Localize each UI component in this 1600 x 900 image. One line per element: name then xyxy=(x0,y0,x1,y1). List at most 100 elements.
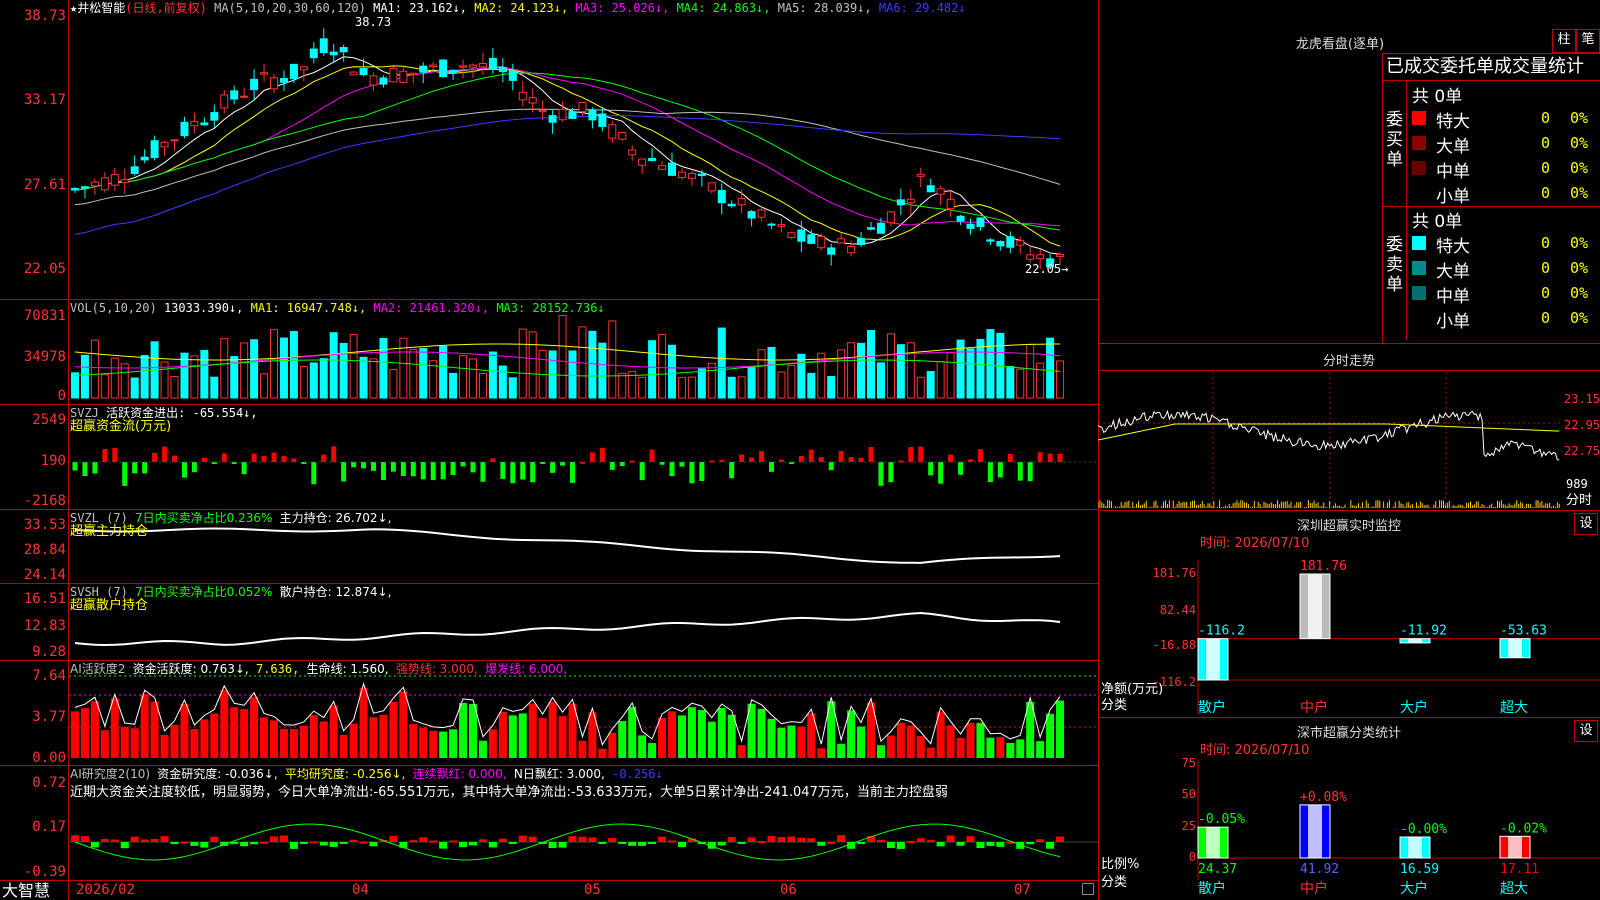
volume-bar xyxy=(707,362,716,399)
candle-body xyxy=(100,177,109,191)
sz-monitor-bar-label-1: 181.76 xyxy=(1300,559,1347,574)
sz-stats-value-1: 41.92 xyxy=(1300,862,1339,877)
candle-body xyxy=(469,64,477,68)
research-bar xyxy=(488,842,497,848)
candle-body xyxy=(1006,236,1015,248)
activity-bar xyxy=(578,740,587,758)
lock-icon[interactable] xyxy=(1082,883,1094,895)
main-chart-canvas[interactable] xyxy=(0,0,1098,900)
candle-body xyxy=(439,59,448,78)
fund-flow-bar xyxy=(649,449,655,462)
fund-flow-bar xyxy=(1047,453,1053,462)
research-bar xyxy=(767,835,776,842)
candle-body xyxy=(190,121,199,127)
research-bar xyxy=(677,842,686,848)
sz-monitor-bar-shine-1 xyxy=(1308,574,1322,639)
fund-flow-bar xyxy=(361,462,367,469)
research-bar xyxy=(628,842,637,846)
sz-stats-bar-shine-2 xyxy=(1408,836,1422,858)
research-bar xyxy=(1026,842,1035,845)
fund-flow-bar xyxy=(977,449,983,462)
activity-bar xyxy=(787,725,796,758)
volume-bar xyxy=(588,330,597,399)
research-bar xyxy=(727,836,736,842)
candle-body xyxy=(727,203,736,207)
activity-bar xyxy=(389,702,398,758)
price-tick-1: 33.17 xyxy=(23,92,66,108)
research-bar xyxy=(478,839,487,842)
activity-bar xyxy=(140,694,149,758)
volume-bar xyxy=(1026,343,1035,399)
sz-monitor-cat-0: 散户 xyxy=(1198,699,1226,716)
svsh-indicator: SVSH (7) xyxy=(70,585,128,599)
activity-bar xyxy=(240,709,249,758)
fund-flow-bar xyxy=(341,462,347,482)
candle-body xyxy=(777,224,786,227)
ai-active-b: 7.636, xyxy=(255,662,300,676)
volume-bar xyxy=(469,358,477,399)
activity-bar xyxy=(309,715,318,758)
svzl-subtitle: 超赢主力持仓 xyxy=(70,524,149,539)
fund-flow-bar xyxy=(669,462,675,477)
candle-body xyxy=(160,141,169,148)
research-bar xyxy=(578,836,587,842)
volume-bar xyxy=(946,352,955,399)
research-bar xyxy=(956,842,965,846)
research-bar xyxy=(668,840,676,843)
fund-flow-bar xyxy=(400,462,406,476)
date-label-2: 05 xyxy=(584,882,601,898)
volume-bar xyxy=(1046,337,1055,399)
candle-body xyxy=(548,115,557,123)
volume-bar xyxy=(498,365,507,399)
svzl-tick-0: 33.53 xyxy=(23,517,66,533)
volume-bar xyxy=(508,377,517,399)
candle-body xyxy=(170,139,179,142)
candle-body xyxy=(180,121,189,137)
ai-research-e: -0.256↓ xyxy=(612,767,663,781)
sz-monitor-bar-label-2: -11.92 xyxy=(1400,624,1447,639)
ai-research-legend: AI研究度2(10) 资金研究度: -0.036↓, 平均研究度: -0.256… xyxy=(70,767,663,781)
activity-bar xyxy=(359,687,368,758)
activity-bar xyxy=(518,713,527,758)
activity-bar xyxy=(876,745,885,758)
fund-flow-bar xyxy=(589,452,595,462)
price-tick-3: 22.05 xyxy=(23,261,66,277)
research-bar xyxy=(240,842,249,847)
candle-body xyxy=(936,188,945,195)
price-legend: ★井松智能(日线,前复权) MA(5,10,20,30,60,120) MA1:… xyxy=(70,1,966,15)
candle-body xyxy=(110,174,119,186)
ma-line-120 xyxy=(74,115,1061,235)
fund-flow-bar xyxy=(1027,462,1033,482)
price-tick-0: 38.73 xyxy=(23,8,66,24)
sz-monitor-cat-2: 大户 xyxy=(1400,699,1428,716)
activity-bar xyxy=(677,715,686,758)
activity-bar xyxy=(429,730,438,758)
fund-flow-bar xyxy=(987,462,993,483)
research-bar xyxy=(996,842,1005,847)
volume-bar xyxy=(886,333,895,399)
activity-bar xyxy=(1046,713,1055,758)
right-charts-canvas: -116.2 散户 181.76 中户 -11.92 大户 -53.63 超大 -0.05% 24… xyxy=(1098,372,1600,897)
volume-bar xyxy=(210,376,219,399)
research-bar xyxy=(309,841,318,844)
sz-monitor-bar-label-0: -116.2 xyxy=(1198,624,1245,639)
fund-flow-bar xyxy=(848,456,854,462)
volume-bar xyxy=(896,344,905,399)
candle-body xyxy=(260,72,269,75)
research-bar xyxy=(548,842,557,849)
sz-stats-bar-shine-0 xyxy=(1206,827,1220,858)
research-bar xyxy=(90,842,99,848)
research-bar xyxy=(200,842,209,848)
research-bar xyxy=(260,841,269,844)
activity-bar xyxy=(628,706,637,758)
volume-bar xyxy=(717,327,726,399)
research-bar xyxy=(1046,842,1055,849)
candle-body xyxy=(886,211,895,224)
activity-bar xyxy=(250,696,259,758)
activity-bar xyxy=(220,689,229,758)
research-bar xyxy=(419,837,428,842)
date-label-3: 06 xyxy=(780,882,797,898)
volume-bar xyxy=(697,368,706,399)
candle-body xyxy=(618,131,627,140)
research-bar xyxy=(618,842,627,844)
